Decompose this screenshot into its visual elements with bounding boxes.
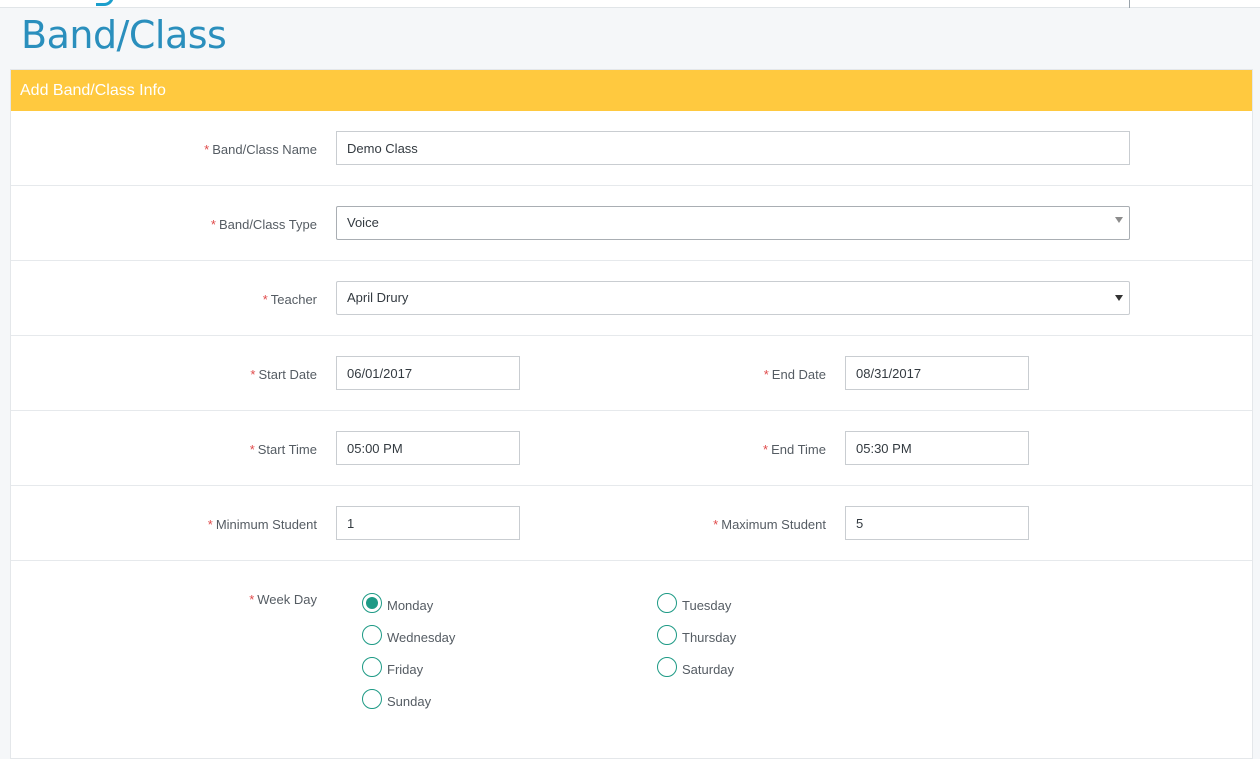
form-row-name: * Band/Class Name bbox=[11, 111, 1252, 186]
teacher-select[interactable]: April Drury bbox=[336, 281, 1130, 315]
form-row-week-day: * Week Day Monday Tuesday Wednesday Thurs… bbox=[11, 561, 1252, 751]
start-date-input[interactable] bbox=[336, 356, 520, 390]
chevron-down-icon bbox=[1115, 217, 1123, 223]
radio-unchecked-icon[interactable] bbox=[657, 657, 677, 677]
required-marker: * bbox=[713, 517, 719, 532]
required-marker: * bbox=[249, 592, 255, 607]
band-class-type-value: Voice bbox=[347, 215, 379, 230]
required-marker: * bbox=[763, 367, 769, 382]
caret-down-icon bbox=[1115, 295, 1123, 301]
start-date-label: * Start Date bbox=[250, 367, 317, 382]
navbar-divider bbox=[1129, 0, 1130, 8]
maximum-student-input[interactable] bbox=[845, 506, 1029, 540]
required-marker: * bbox=[207, 517, 213, 532]
form-row-dates: *Start Date *End Date bbox=[11, 336, 1252, 411]
weekday-radio-monday[interactable]: Monday bbox=[362, 593, 433, 613]
panel-header: Add Band/Class Info bbox=[11, 70, 1252, 111]
weekday-radio-wednesday[interactable]: Wednesday bbox=[362, 625, 455, 645]
band-class-name-label: * Band/Class Name bbox=[204, 142, 317, 157]
end-time-label: * End Time bbox=[763, 442, 826, 457]
radio-unchecked-icon[interactable] bbox=[657, 625, 677, 645]
end-date-label: * End Date bbox=[763, 367, 826, 382]
required-marker: * bbox=[210, 217, 216, 232]
radio-unchecked-icon[interactable] bbox=[362, 657, 382, 677]
required-marker: * bbox=[249, 442, 255, 457]
maximum-student-label: * Maximum Student bbox=[713, 517, 826, 532]
weekday-radio-friday[interactable]: Friday bbox=[362, 657, 423, 677]
week-day-label: * Week Day bbox=[249, 592, 317, 607]
radio-unchecked-icon[interactable] bbox=[657, 593, 677, 613]
form-row-students: *Minimum Student *Maximum Student bbox=[11, 486, 1252, 561]
radio-unchecked-icon[interactable] bbox=[362, 625, 382, 645]
end-time-input[interactable] bbox=[845, 431, 1029, 465]
weekday-radio-sunday[interactable]: Sunday bbox=[362, 689, 431, 709]
band-class-type-select[interactable]: Voice bbox=[336, 206, 1130, 240]
form-row-type: * Band/Class Type Voice bbox=[11, 186, 1252, 261]
form-row-teacher: * Teacher April Drury bbox=[11, 261, 1252, 336]
band-class-name-input[interactable] bbox=[336, 131, 1130, 165]
required-marker: * bbox=[250, 367, 256, 382]
weekday-radio-thursday[interactable]: Thursday bbox=[657, 625, 736, 645]
radio-unchecked-icon[interactable] bbox=[362, 689, 382, 709]
form-row-times: *Start Time *End Time bbox=[11, 411, 1252, 486]
page-title: Band/Class bbox=[21, 13, 227, 57]
required-marker: * bbox=[204, 142, 210, 157]
start-time-input[interactable] bbox=[336, 431, 520, 465]
required-marker: * bbox=[763, 442, 769, 457]
weekday-radio-saturday[interactable]: Saturday bbox=[657, 657, 734, 677]
start-time-label: * Start Time bbox=[249, 442, 317, 457]
logo-icon[interactable] bbox=[96, 0, 114, 6]
add-band-class-panel: Add Band/Class Info *Band/Class Name *Ba… bbox=[10, 69, 1253, 759]
top-navbar bbox=[0, 0, 1260, 8]
minimum-student-label: * Minimum Student bbox=[207, 517, 317, 532]
band-class-type-label: * Band/Class Type bbox=[210, 217, 317, 232]
weekday-radio-tuesday[interactable]: Tuesday bbox=[657, 593, 731, 613]
radio-checked-icon[interactable] bbox=[362, 593, 382, 613]
teacher-label: * Teacher bbox=[262, 292, 317, 307]
end-date-input[interactable] bbox=[845, 356, 1029, 390]
teacher-value: April Drury bbox=[347, 290, 409, 305]
required-marker: * bbox=[262, 292, 268, 307]
minimum-student-input[interactable] bbox=[336, 506, 520, 540]
